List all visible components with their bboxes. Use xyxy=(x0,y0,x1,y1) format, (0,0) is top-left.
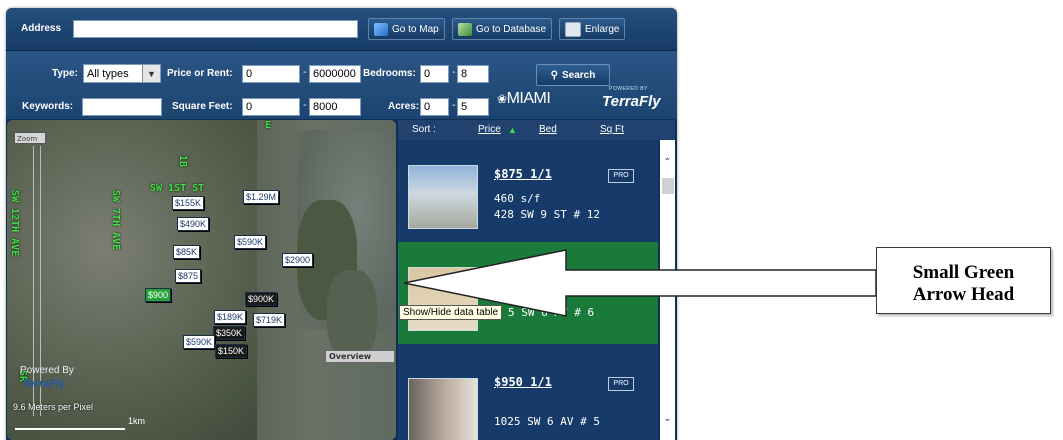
callout-line-1: Small Green xyxy=(912,262,1015,283)
screenshot: Address Go to Map Go to Database Enlarge… xyxy=(0,0,1063,440)
arrow-shape xyxy=(403,249,877,317)
callout-arrow xyxy=(403,249,877,317)
annotation-callout: Small Green Arrow Head xyxy=(876,247,1051,314)
callout-line-2: Arrow Head xyxy=(912,284,1015,305)
